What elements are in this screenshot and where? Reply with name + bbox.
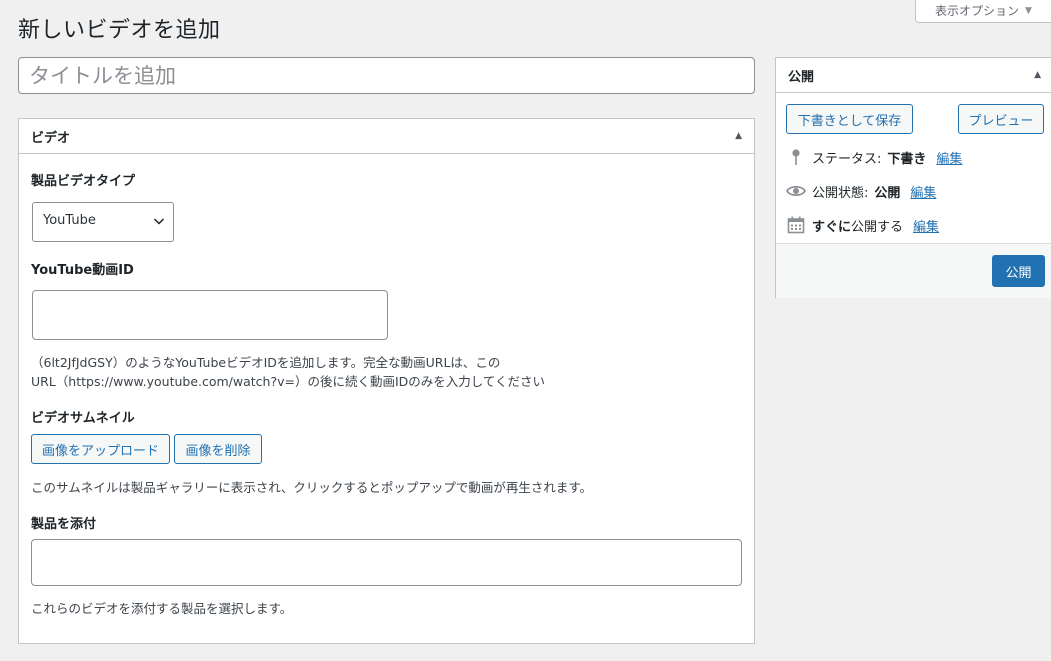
video-id-input[interactable] <box>32 290 388 340</box>
edit-schedule-link[interactable]: 編集 <box>913 216 939 235</box>
publish-metabox: 公開 ▲ 下書きとして保存 プレビュー ステータス: 下書き 編集 公開状態: … <box>775 57 1051 298</box>
status-row: ステータス: 下書き 編集 <box>786 147 962 167</box>
video-id-description-line-1: （6lt2JfJdGSY）のようなYouTubeビデオIDを追加します。完全な動… <box>31 355 501 370</box>
edit-visibility-link[interactable]: 編集 <box>910 182 936 201</box>
preview-button[interactable]: プレビュー <box>958 104 1044 134</box>
status-label: ステータス: <box>812 151 882 167</box>
caret-down-icon: ▼ <box>1025 5 1032 16</box>
publishing-actions: 公開 <box>776 243 1051 298</box>
video-type-select[interactable]: YouTube <box>32 202 174 242</box>
video-id-description-line-2: URL（https://www.youtube.com/watch?v=）の後に… <box>31 374 546 389</box>
schedule-row: すぐに 公開する 編集 <box>786 215 939 235</box>
visibility-label: 公開状態: <box>812 185 869 201</box>
publish-button[interactable]: 公開 <box>992 255 1045 287</box>
publish-metabox-header[interactable]: 公開 ▲ <box>776 58 1051 93</box>
schedule-text: 公開する <box>851 219 904 235</box>
thumbnail-description: このサムネイルは製品ギャラリーに表示され、クリックするとポップアップで動画が再生… <box>31 480 593 495</box>
pin-icon <box>786 147 806 167</box>
triangle-up-icon[interactable]: ▲ <box>1034 70 1041 80</box>
status-value: 下書き <box>887 151 927 167</box>
eye-icon <box>786 181 806 201</box>
visibility-row: 公開状態: 公開 編集 <box>786 181 936 201</box>
video-type-selected: YouTube <box>43 213 96 228</box>
video-type-label: 製品ビデオタイプ <box>31 174 136 189</box>
visibility-value: 公開 <box>874 185 901 201</box>
screen-options-button[interactable]: 表示オプション ▼ <box>915 0 1051 23</box>
calendar-icon <box>786 215 806 235</box>
video-thumbnail-label: ビデオサムネイル <box>31 411 135 426</box>
video-metabox-title: ビデオ <box>31 130 71 146</box>
title-input[interactable] <box>18 57 755 94</box>
triangle-up-icon[interactable]: ▲ <box>735 131 742 141</box>
attach-product-input[interactable] <box>31 539 742 586</box>
screen-options-label: 表示オプション <box>935 4 1020 18</box>
video-metabox-header[interactable]: ビデオ ▲ <box>19 119 754 154</box>
video-id-label: YouTube動画ID <box>31 263 134 278</box>
edit-status-link[interactable]: 編集 <box>936 148 962 167</box>
publish-metabox-title: 公開 <box>788 69 815 85</box>
attach-product-description: これらのビデオを添付する製品を選択します。 <box>31 601 293 616</box>
schedule-bold: すぐに <box>812 219 852 235</box>
chevron-down-icon <box>153 218 165 225</box>
remove-image-button[interactable]: 画像を削除 <box>174 434 262 464</box>
video-metabox: ビデオ ▲ 製品ビデオタイプ YouTube YouTube動画ID （6lt2… <box>18 118 755 644</box>
upload-image-button[interactable]: 画像をアップロード <box>31 434 170 464</box>
attach-product-label: 製品を添付 <box>31 517 97 532</box>
page-title: 新しいビデオを追加 <box>18 18 221 43</box>
save-draft-button[interactable]: 下書きとして保存 <box>786 104 913 134</box>
